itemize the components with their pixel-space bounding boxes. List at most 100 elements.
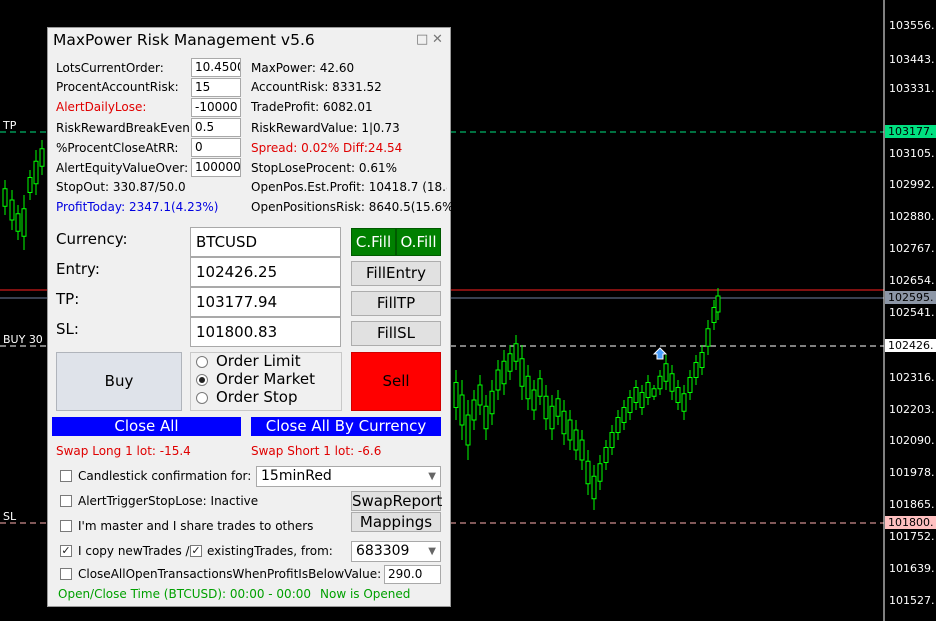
- stop-lose-procent-label: StopLoseProcent: 0.61%: [251, 161, 398, 175]
- candle-confirm-checkbox[interactable]: [60, 470, 72, 482]
- fill-tp-button[interactable]: FillTP: [351, 291, 441, 316]
- mappings-button[interactable]: Mappings: [351, 512, 441, 532]
- candle-body: [477, 384, 483, 406]
- order-stop-label: Order Stop: [216, 388, 298, 406]
- sl-input[interactable]: 101800.83: [190, 317, 341, 347]
- param-label-alert-equity: AlertEquityValueOver:: [56, 161, 189, 175]
- currency-input[interactable]: BTCUSD: [190, 227, 341, 257]
- procent-close-at-rr-input[interactable]: 0: [191, 138, 241, 157]
- stopout-label: StopOut: 330.87/50.0: [56, 180, 186, 194]
- price-axis-label: 101639.: [889, 562, 935, 575]
- candle-body: [687, 377, 693, 393]
- copy-new-trades-label: I copy newTrades /: [78, 544, 190, 558]
- trade-profit-label: TradeProfit: 6082.01: [251, 100, 373, 114]
- existing-trades-label: existingTrades, from:: [207, 544, 333, 558]
- copy-new-trades-checkbox[interactable]: ✓: [60, 545, 72, 557]
- order-limit-radio[interactable]: [196, 356, 208, 368]
- risk-reward-breakeven-input[interactable]: 0.5: [191, 118, 241, 137]
- risk-management-panel: MaxPower Risk Management v5.6 □ ✕ LotsCu…: [47, 27, 458, 607]
- procent-account-risk-input[interactable]: 15: [191, 78, 241, 97]
- open-pos-est-profit-label: OpenPos.Est.Profit: 10418.7 (18.8%): [251, 180, 447, 194]
- candle-body: [573, 429, 579, 451]
- lots-current-order-input[interactable]: 10.4500: [191, 58, 241, 77]
- open-positions-risk-label: OpenPositionsRisk: 8640.5(15.6%): [251, 200, 459, 214]
- candle-body: [675, 387, 681, 403]
- alert-trigger-checkbox[interactable]: [60, 495, 72, 507]
- entry-input[interactable]: 102426.25: [190, 257, 341, 287]
- swap-report-button[interactable]: SwapReport: [351, 491, 442, 511]
- candle-body: [15, 213, 21, 232]
- candle-confirm-value: 15minRed: [261, 468, 332, 484]
- candle-body: [513, 343, 519, 362]
- order-market-radio[interactable]: [196, 374, 208, 386]
- price-axis-label: 102880.: [889, 210, 935, 223]
- candle-body: [705, 328, 711, 347]
- fill-entry-button[interactable]: FillEntry: [351, 261, 441, 286]
- risk-reward-value-label: RiskRewardValue: 1|0.73: [251, 121, 400, 135]
- candle-body: [2, 188, 8, 207]
- buy-button[interactable]: Buy: [56, 352, 182, 411]
- max-power-label: MaxPower: 42.60: [251, 61, 355, 75]
- candle-body: [693, 362, 699, 378]
- price-axis-label: 102992.: [889, 178, 935, 191]
- copy-from-select[interactable]: 683309 ▼: [351, 541, 441, 562]
- close-all-profit-label: CloseAllOpenTransactionsWhenProfitIsBelo…: [78, 567, 382, 581]
- price-axis-label: 102654.: [889, 274, 935, 287]
- candle-confirm-select[interactable]: 15minRed ▼: [256, 466, 441, 487]
- candle-body: [555, 398, 561, 417]
- candle-body: [39, 148, 45, 167]
- candle-body: [9, 199, 15, 221]
- master-share-checkbox[interactable]: [60, 520, 72, 532]
- param-label-alert-daily-lose: AlertDailyLose:: [56, 100, 147, 114]
- sell-button[interactable]: Sell: [351, 352, 441, 411]
- entry-label: Entry:: [56, 260, 100, 278]
- param-label-rr-breakeven: RiskRewardBreakEven:: [56, 121, 194, 135]
- price-axis-label: 103331.: [889, 82, 935, 95]
- candle-body: [627, 397, 633, 413]
- panel-title: MaxPower Risk Management v5.6: [53, 31, 315, 49]
- minimize-icon[interactable]: □: [416, 32, 428, 47]
- close-all-by-currency-button[interactable]: Close All By Currency: [251, 417, 441, 436]
- alert-trigger-label: AlertTriggerStopLose: Inactive: [78, 494, 259, 508]
- existing-trades-checkbox[interactable]: ✓: [190, 545, 202, 557]
- candle-body: [501, 360, 507, 385]
- tp-line-label: TP: [3, 119, 17, 132]
- close-all-profit-checkbox[interactable]: [60, 568, 72, 580]
- param-label-lots: LotsCurrentOrder:: [56, 61, 164, 75]
- o-fill-button[interactable]: O.Fill: [396, 228, 441, 256]
- price-axis-label: 103443.: [889, 53, 935, 66]
- bid-price-tag: 102595.: [885, 291, 936, 304]
- fill-sl-button[interactable]: FillSL: [351, 321, 441, 346]
- candle-body: [525, 375, 531, 400]
- sl-line-label: SL: [3, 510, 17, 523]
- open-close-time-label: Open/Close Time (BTCUSD): 00:00 - 00:00: [58, 587, 312, 601]
- close-icon[interactable]: ✕: [432, 32, 443, 47]
- spread-label: Spread: 0.02% Diff:24.54: [251, 141, 403, 155]
- currency-label: Currency:: [56, 230, 128, 248]
- close-all-button[interactable]: Close All: [52, 417, 241, 436]
- candle-body: [645, 382, 651, 398]
- tp-input[interactable]: 103177.94: [190, 287, 341, 317]
- price-axis-label: 101527.: [889, 594, 935, 607]
- chevron-down-icon: ▼: [428, 471, 436, 482]
- candle-body: [585, 460, 591, 485]
- alert-equity-value-input[interactable]: 100000: [191, 158, 241, 177]
- price-axis-label: 102541.: [889, 306, 935, 319]
- close-all-profit-input[interactable]: 290.0: [384, 565, 441, 584]
- candle-body: [669, 373, 675, 392]
- order-stop-radio[interactable]: [196, 392, 208, 404]
- c-fill-button[interactable]: C.Fill: [351, 228, 396, 256]
- candle-body: [459, 394, 465, 426]
- price-axis-label: 101865.: [889, 498, 935, 511]
- price-axis-label: 102767.: [889, 242, 935, 255]
- entry-arrow-icon: [652, 347, 668, 360]
- sl-price-tag: 101800.: [885, 516, 936, 529]
- candle-body: [715, 295, 721, 313]
- account-risk-label: AccountRisk: 8331.52: [251, 80, 382, 94]
- candle-body: [615, 417, 621, 433]
- swap-short-label: Swap Short 1 lot: -6.6: [251, 444, 382, 458]
- alert-daily-lose-input[interactable]: -10000: [191, 98, 241, 117]
- master-share-label: I'm master and I share trades to others: [78, 519, 314, 533]
- candle-body: [483, 405, 489, 430]
- candle-body: [471, 399, 477, 421]
